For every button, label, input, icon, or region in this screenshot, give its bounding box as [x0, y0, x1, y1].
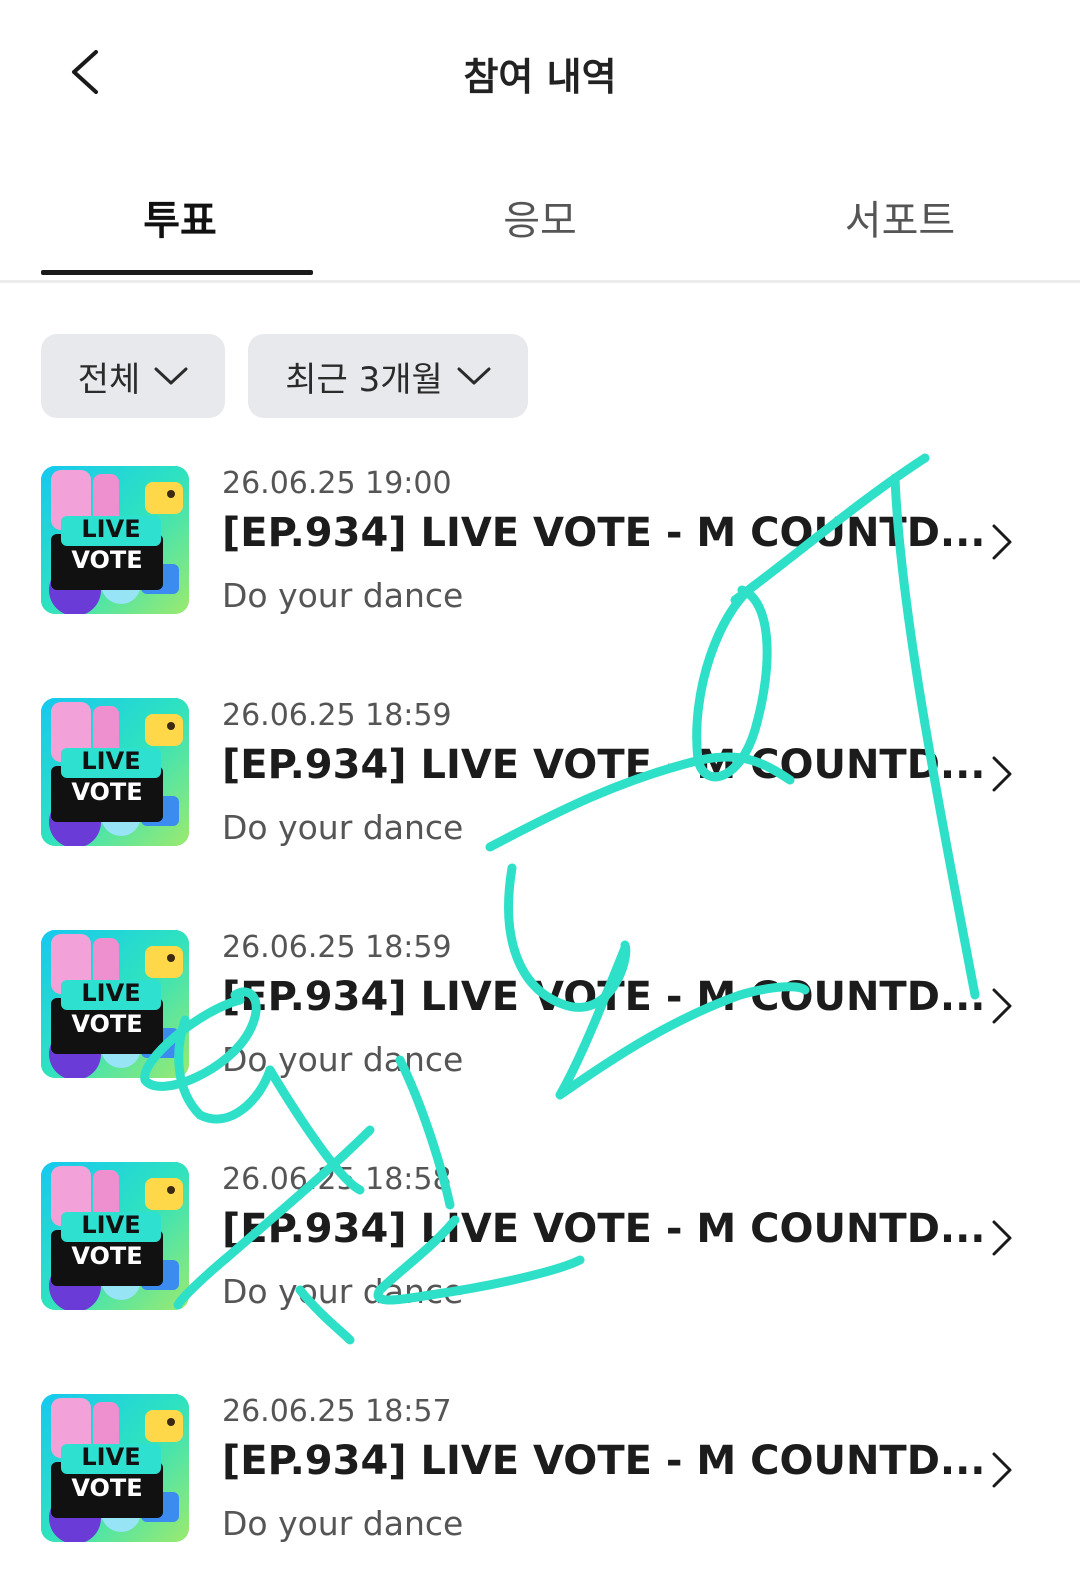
item-subtitle: Do your dance: [222, 1040, 464, 1079]
chevron-right-icon: [992, 1452, 1012, 1488]
item-title: [EP.934] LIVE VOTE - M COUNTD...: [222, 510, 986, 556]
active-tab-indicator: [41, 270, 313, 275]
tab-entry[interactable]: 응모: [360, 188, 720, 246]
live-vote-thumbnail: LIVE VOTE: [41, 1394, 189, 1542]
thumbnail-vote-text: VOTE: [71, 778, 143, 806]
item-subtitle: Do your dance: [222, 576, 464, 615]
live-vote-thumbnail: LIVE VOTE: [41, 698, 189, 846]
chevron-right-icon: [992, 756, 1012, 792]
item-subtitle: Do your dance: [222, 808, 464, 847]
thumbnail-live-text: LIVE: [81, 1211, 141, 1239]
item-subtitle: Do your dance: [222, 1504, 464, 1543]
thumbnail-vote-text: VOTE: [71, 546, 143, 574]
item-date: 26.06.25 18:59: [222, 930, 452, 965]
live-vote-thumbnail: LIVE VOTE: [41, 466, 189, 614]
list-item[interactable]: LIVE VOTE 26.06.25 18:58 [EP.934] LIVE V…: [0, 1162, 1080, 1312]
thumbnail-vote-text: VOTE: [71, 1474, 143, 1502]
thumbnail-live-text: LIVE: [81, 515, 141, 543]
list-item[interactable]: LIVE VOTE 26.06.25 18:59 [EP.934] LIVE V…: [0, 930, 1080, 1080]
list-item[interactable]: LIVE VOTE 26.06.25 18:59 [EP.934] LIVE V…: [0, 698, 1080, 848]
thumbnail-live-text: LIVE: [81, 979, 141, 1007]
filter-period-dropdown[interactable]: 최근 3개월: [248, 334, 528, 418]
chevron-down-icon: [457, 367, 491, 385]
tab-support[interactable]: 서포트: [720, 188, 1080, 246]
live-vote-thumbnail: LIVE VOTE: [41, 1162, 189, 1310]
item-date: 26.06.25 18:59: [222, 698, 452, 733]
item-subtitle: Do your dance: [222, 1272, 464, 1311]
chevron-right-icon: [992, 524, 1012, 560]
item-title: [EP.934] LIVE VOTE - M COUNTD...: [222, 1206, 986, 1252]
tab-bar: 투표 응모 서포트: [0, 170, 1080, 283]
filter-category-label: 전체: [77, 359, 141, 400]
page-title: 참여 내역: [463, 55, 617, 99]
filter-category-dropdown[interactable]: 전체: [41, 334, 225, 418]
item-title: [EP.934] LIVE VOTE - M COUNTD...: [222, 742, 986, 788]
thumbnail-live-text: LIVE: [81, 1443, 141, 1471]
thumbnail-vote-text: VOTE: [71, 1010, 143, 1038]
filter-period-label: 최근 3개월: [285, 359, 443, 400]
thumbnail-live-text: LIVE: [81, 747, 141, 775]
chevron-right-icon: [992, 988, 1012, 1024]
list-item[interactable]: LIVE VOTE 26.06.25 18:57 [EP.934] LIVE V…: [0, 1394, 1080, 1544]
chevron-down-icon: [154, 367, 188, 385]
app-header: 참여 내역: [0, 0, 1080, 140]
tab-vote[interactable]: 투표: [0, 188, 360, 246]
chevron-right-icon: [992, 1220, 1012, 1256]
item-date: 26.06.25 19:00: [222, 466, 452, 501]
list-item[interactable]: LIVE VOTE 26.06.25 19:00 [EP.934] LIVE V…: [0, 466, 1080, 616]
item-title: [EP.934] LIVE VOTE - M COUNTD...: [222, 1438, 986, 1484]
item-date: 26.06.25 18:57: [222, 1394, 452, 1429]
item-date: 26.06.25 18:58: [222, 1162, 452, 1197]
live-vote-thumbnail: LIVE VOTE: [41, 930, 189, 1078]
item-title: [EP.934] LIVE VOTE - M COUNTD...: [222, 974, 986, 1020]
thumbnail-vote-text: VOTE: [71, 1242, 143, 1270]
